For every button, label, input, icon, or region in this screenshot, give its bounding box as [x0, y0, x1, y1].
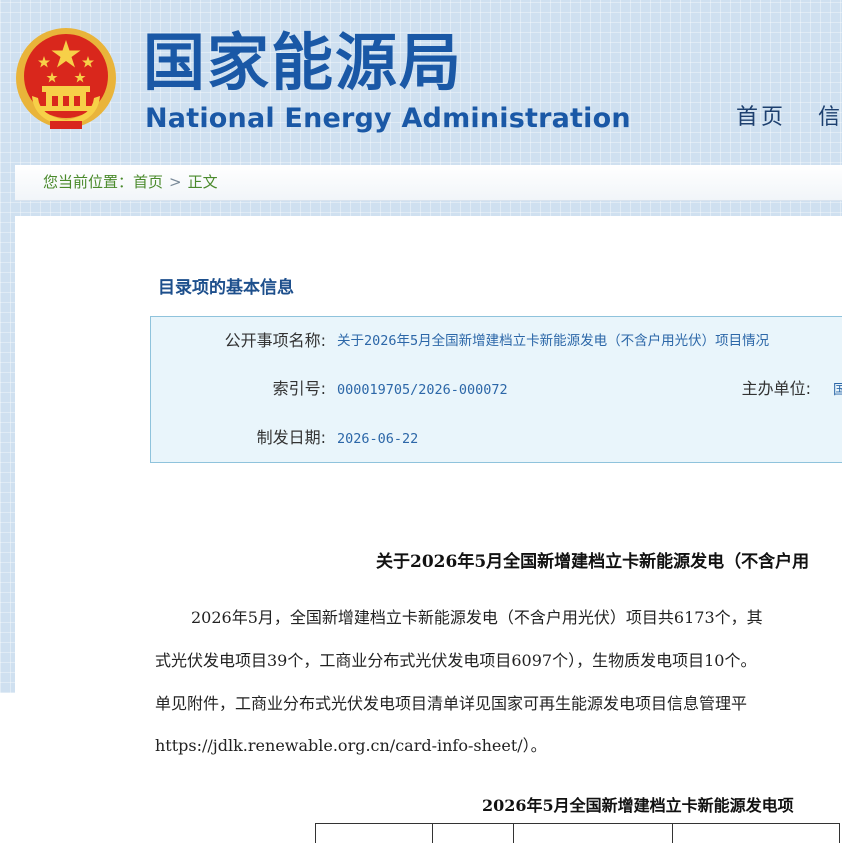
org-label: 主办单位:: [741, 379, 811, 398]
article-title: 关于2026年5月全国新增建档立卡新能源发电（不含户用: [376, 552, 810, 572]
site-title-english: National Energy Administration: [145, 103, 631, 134]
table-cell: [432, 823, 514, 843]
project-table: [315, 823, 840, 843]
article-content: 目录项的基本信息 公开事项名称: 关于2026年5月全国新增建档立卡新能源发电（…: [15, 216, 842, 843]
national-emblem-icon: [16, 28, 116, 129]
index-value: 000019705/2026-000072: [337, 382, 508, 398]
item-name-label: 公开事项名称:: [224, 331, 326, 350]
breadcrumb-bar: 您当前位置：首页 > 正文: [15, 165, 842, 201]
item-name-value: 关于2026年5月全国新增建档立卡新能源发电（不含户用光伏）项目情况: [337, 333, 770, 349]
table-cell: [672, 823, 840, 843]
catalog-info-box: 公开事项名称: 关于2026年5月全国新增建档立卡新能源发电（不含户用光伏）项目…: [150, 316, 842, 463]
date-value: 2026-06-22: [337, 431, 419, 447]
nav-item-home[interactable]: 首页: [736, 105, 786, 130]
main-nav: 首页 信: [736, 102, 842, 134]
catalog-heading: 目录项的基本信息: [158, 278, 294, 298]
table-cell: [315, 823, 433, 843]
breadcrumb-prefix: 您当前位置：: [43, 173, 134, 191]
breadcrumb-current: 正文: [187, 173, 218, 191]
article-paragraph-line: https://jdlk.renewable.org.cn/card-info-…: [155, 736, 547, 755]
site-header: 国家能源局 National Energy Administration 首页 信: [0, 0, 842, 163]
article-paragraph-line: 单见附件，工商业分布式光伏发电项目清单详见国家可再生能源发电项目信息管理平: [155, 694, 748, 713]
breadcrumb-separator: >: [169, 173, 182, 191]
article-paragraph-line: 式光伏发电项目39个，工商业分布式光伏发电项目6097个），生物质发电项目10个…: [155, 651, 757, 670]
table-row: [315, 823, 840, 843]
table-cell: [513, 823, 673, 843]
date-label: 制发日期:: [256, 428, 326, 447]
nav-item-info[interactable]: 信: [818, 105, 842, 130]
index-label: 索引号:: [272, 379, 326, 398]
left-edge-strip: [0, 693, 15, 843]
table-title: 2026年5月全国新增建档立卡新能源发电项: [482, 796, 794, 815]
breadcrumb-home-link[interactable]: 首页: [133, 173, 163, 191]
breadcrumb: 您当前位置：首页 > 正文: [43, 172, 218, 192]
site-title-chinese: 国家能源局: [143, 26, 464, 99]
org-value: 国: [833, 382, 842, 398]
article-paragraph-line: 2026年5月，全国新增建档立卡新能源发电（不含户用光伏）项目共6173个，其: [191, 608, 763, 627]
